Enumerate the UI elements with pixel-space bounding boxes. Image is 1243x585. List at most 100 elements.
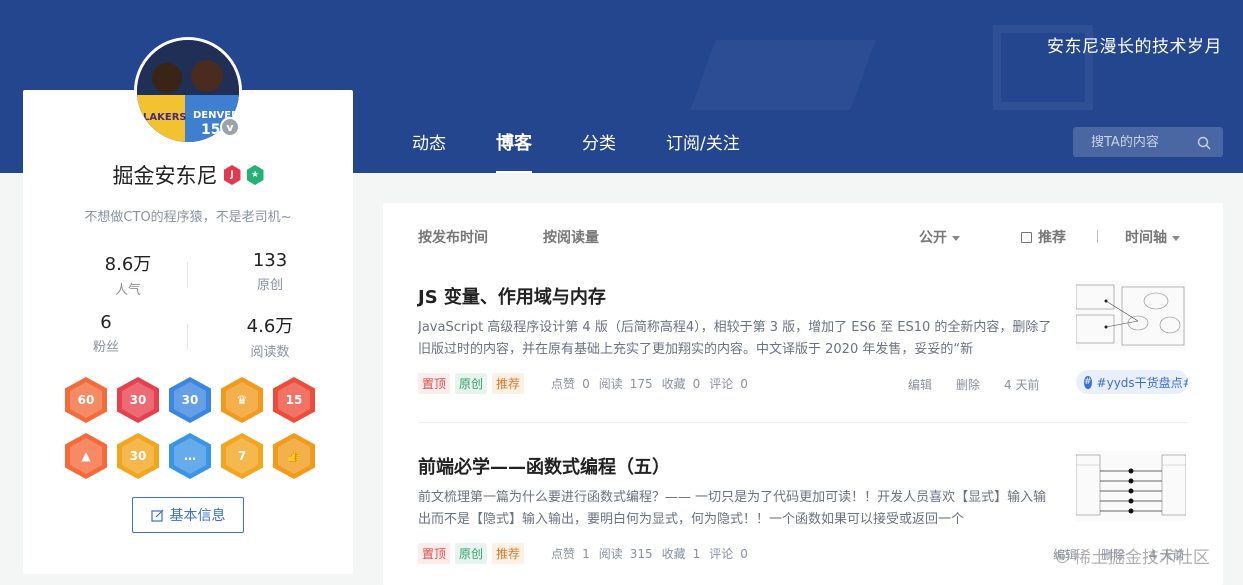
stat-label: 阅读数: [250, 345, 290, 360]
likes-count: 1: [582, 546, 590, 561]
medal-badge-icon[interactable]: 7: [221, 433, 263, 479]
medal-badge-icon[interactable]: 30: [169, 377, 211, 423]
tab-blog[interactable]: 博客: [496, 129, 532, 173]
visibility-dropdown[interactable]: 公开: [919, 227, 960, 247]
tab-category[interactable]: 分类: [582, 129, 616, 173]
medal-badge-icon[interactable]: 30: [117, 433, 159, 479]
recommend-filter[interactable]: 推荐: [1021, 227, 1066, 247]
medal-label: 30: [129, 393, 147, 407]
medal-label: ▲: [81, 449, 91, 463]
medal-label: 30: [129, 449, 147, 463]
delete-link[interactable]: 删除: [956, 376, 980, 393]
svg-text:LAKERS: LAKERS: [143, 112, 187, 123]
stat-value: 8.6万: [104, 254, 152, 275]
comments-label: 评论: [709, 547, 734, 561]
stat-popularity: 8.6万 人气: [68, 250, 188, 298]
banner-decoration: [690, 40, 876, 110]
search-icon[interactable]: [1197, 135, 1211, 154]
original-tag: 原创: [455, 373, 488, 394]
stat-value: 4.6万: [246, 316, 294, 337]
article-divider: [418, 422, 1188, 423]
medal-badge-icon[interactable]: 30: [117, 377, 159, 423]
reads-label: 阅读: [598, 547, 623, 561]
topic-icon: #: [1084, 375, 1092, 389]
article-item[interactable]: 前端必学——函数式编程（五） 前文梳理第一篇为什么要进行函数式编程？—— 一切只…: [418, 453, 1188, 531]
banner-slogan: 安东尼漫长的技术岁月: [1047, 37, 1222, 57]
likes-label: 点赞: [551, 377, 576, 391]
search-input[interactable]: [1091, 134, 1191, 150]
watermark: ◎ 稀土掘金技术社区: [1055, 543, 1210, 569]
article-thumbnail[interactable]: [1075, 451, 1187, 521]
article-item[interactable]: JS 变量、作用域与内存 JavaScript 高级程序设计第 4 版（后简称高…: [418, 283, 1188, 361]
pinned-tag: 置顶: [418, 543, 451, 564]
chevron-down-icon: [952, 235, 960, 241]
medal-label: 15: [285, 393, 303, 407]
medal-label: 👍: [286, 449, 302, 463]
stat-label: 原创: [256, 278, 283, 293]
article-meta: 置顶 原创 推荐 点赞 1 阅读 315 收藏 1 评论 0: [418, 543, 748, 564]
sort-bar: 按发布时间 按阅读量 公开 推荐 时间轴: [383, 203, 1223, 267]
stat-value: 6: [100, 312, 112, 333]
article-summary: JavaScript 高级程序设计第 4 版（后简称高程4），相较于第 3 版，…: [418, 320, 1052, 357]
stat-fans: 6 粉丝: [46, 312, 166, 355]
reads-label: 阅读: [598, 377, 623, 391]
search-box: [1073, 127, 1223, 157]
profile-card: 掘金安东尼 J ★ 不想做CTO的程序猿，不是老司机~ 8.6万 人气 133 …: [23, 90, 353, 574]
stat-divider: [187, 262, 188, 288]
stat-label: 粉丝: [92, 340, 119, 355]
verified-icon: v: [220, 117, 240, 137]
edit-icon: [150, 509, 163, 522]
timeline-dropdown[interactable]: 时间轴: [1125, 227, 1180, 247]
expert-badge-icon[interactable]: ★: [246, 165, 264, 185]
checkbox-icon[interactable]: [1021, 232, 1032, 243]
article-title[interactable]: JS 变量、作用域与内存: [418, 283, 1188, 309]
stat-value: 133: [252, 250, 288, 271]
medal-badge-icon[interactable]: 15: [273, 377, 315, 423]
stat-reads: 4.6万 阅读数: [210, 312, 330, 360]
sort-by-reads[interactable]: 按阅读量: [543, 227, 599, 247]
article-actions: 编辑 删除 4 天前: [908, 376, 1039, 393]
topic-label: #yyds干货盘点#: [1096, 375, 1188, 390]
medal-label: 30: [181, 393, 199, 407]
tab-dynamic[interactable]: 动态: [412, 129, 446, 173]
stat-divider: [187, 324, 188, 350]
article-summary: 前文梳理第一篇为什么要进行函数式编程？—— 一切只是为了代码更加可读！！开发人员…: [418, 490, 1047, 527]
article-meta: 置顶 原创 推荐 点赞 0 阅读 175 收藏 0 评论 0: [418, 373, 748, 394]
recommend-label: 推荐: [1038, 230, 1066, 246]
medal-badge-icon[interactable]: …: [169, 433, 211, 479]
visibility-label: 公开: [919, 230, 947, 246]
medal-label: 7: [237, 449, 247, 463]
article-thumbnail[interactable]: [1075, 281, 1186, 351]
medal-label: 60: [77, 393, 95, 407]
article-title[interactable]: 前端必学——函数式编程（五）: [418, 453, 1188, 479]
comments-label: 评论: [709, 377, 734, 391]
edit-link[interactable]: 编辑: [908, 376, 932, 393]
medal-badge-icon[interactable]: ▲: [65, 433, 107, 479]
level-badge-icon[interactable]: J: [223, 165, 241, 185]
medal-badge-icon[interactable]: ♛: [221, 377, 263, 423]
medal-label: ♛: [236, 393, 248, 407]
medal-label: …: [184, 449, 196, 463]
recommended-tag: 推荐: [492, 543, 525, 564]
favs-count: 1: [692, 546, 701, 561]
medal-badge-icon[interactable]: 60: [65, 377, 107, 423]
pinned-tag: 置顶: [418, 373, 451, 394]
stat-original: 133 原创: [210, 250, 330, 293]
chevron-down-icon: [1172, 235, 1180, 241]
reads-count: 175: [629, 376, 653, 391]
favs-label: 收藏: [661, 377, 686, 391]
watermark-text: 稀土掘金技术社区: [1073, 548, 1210, 568]
stat-label: 人气: [114, 283, 141, 298]
likes-count: 0: [582, 376, 590, 391]
likes-label: 点赞: [551, 547, 576, 561]
username-row: 掘金安东尼 J ★: [23, 160, 353, 190]
medal-badge-icon[interactable]: 👍: [273, 433, 315, 479]
svg-text:15: 15: [201, 122, 220, 138]
tab-subscribe[interactable]: 订阅/关注: [666, 129, 740, 173]
topic-chip[interactable]: # #yyds干货盘点#: [1076, 370, 1188, 394]
medal-wall: 60 30 30 ♛ 15 ▲ 30 … 7 👍: [65, 377, 325, 479]
sort-by-time[interactable]: 按发布时间: [418, 227, 488, 247]
reads-count: 315: [629, 546, 653, 561]
publish-time: 4 天前: [1004, 378, 1040, 392]
basic-info-button[interactable]: 基本信息: [132, 497, 244, 533]
